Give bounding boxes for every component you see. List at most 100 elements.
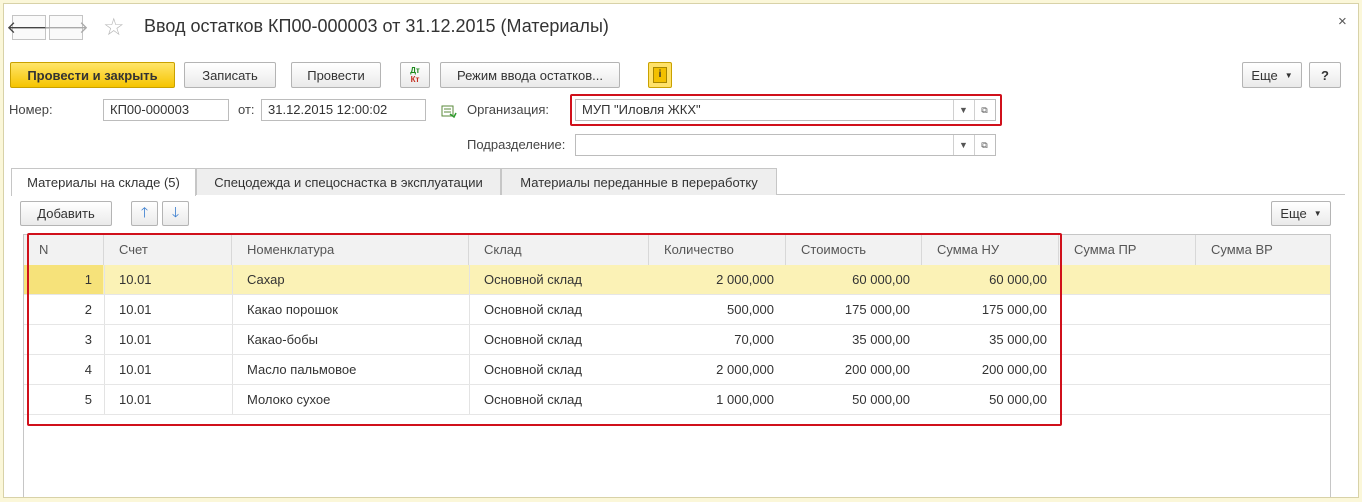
organization-value: МУП "Иловля ЖКХ" xyxy=(582,102,701,117)
column-header-n[interactable]: N xyxy=(24,235,104,265)
column-header-quantity[interactable]: Количество xyxy=(649,235,786,265)
cell-sum-pr[interactable] xyxy=(1059,325,1196,354)
cell-sum-nu[interactable]: 35 000,00 xyxy=(922,325,1059,354)
cell-n[interactable]: 1 xyxy=(24,265,104,294)
column-header-sum-vr[interactable]: Сумма ВР xyxy=(1196,235,1332,265)
forward-button[interactable]: 🡒 xyxy=(43,15,89,40)
close-icon[interactable]: × xyxy=(1338,13,1347,30)
cell-warehouse[interactable]: Основной склад xyxy=(469,385,649,414)
cell-account[interactable]: 10.01 xyxy=(104,265,232,294)
tab-workwear-in-use[interactable]: Спецодежда и спецоснастка в эксплуатации xyxy=(196,168,501,195)
cell-warehouse[interactable]: Основной склад xyxy=(469,325,649,354)
cell-sum-nu[interactable]: 175 000,00 xyxy=(922,295,1059,324)
cell-cost[interactable]: 200 000,00 xyxy=(786,355,922,384)
tab-materials-in-processing[interactable]: Материалы переданные в переработку xyxy=(501,168,777,195)
cell-account[interactable]: 10.01 xyxy=(104,385,232,414)
dropdown-arrow-icon: ▼ xyxy=(1313,209,1322,218)
column-header-sum-pr[interactable]: Сумма ПР xyxy=(1059,235,1196,265)
column-header-item[interactable]: Номенклатура xyxy=(232,235,469,265)
arrow-right-icon: 🡒 xyxy=(43,17,89,37)
cell-sum-vr[interactable] xyxy=(1196,295,1332,324)
cell-quantity[interactable]: 2 000,000 xyxy=(649,355,786,384)
cell-cost[interactable]: 35 000,00 xyxy=(786,325,922,354)
calendar-post-icon[interactable] xyxy=(441,105,457,119)
cell-n[interactable]: 3 xyxy=(24,325,104,354)
cell-sum-vr[interactable] xyxy=(1196,325,1332,354)
column-header-account[interactable]: Счет xyxy=(104,235,232,265)
cell-account[interactable]: 10.01 xyxy=(104,325,232,354)
organization-field[interactable]: МУП "Иловля ЖКХ" ▼ ⧉ xyxy=(575,99,996,121)
cell-cost[interactable]: 175 000,00 xyxy=(786,295,922,324)
number-label: Номер: xyxy=(9,102,53,117)
more-label: Еще xyxy=(1251,67,1278,83)
add-button[interactable]: Добавить xyxy=(20,201,112,226)
cell-warehouse[interactable]: Основной склад xyxy=(469,355,649,384)
dropdown-arrow-icon[interactable]: ▼ xyxy=(953,100,973,120)
open-icon[interactable]: ⧉ xyxy=(974,135,994,155)
open-icon[interactable]: ⧉ xyxy=(974,100,994,120)
cell-sum-vr[interactable] xyxy=(1196,265,1332,294)
cell-quantity[interactable]: 500,000 xyxy=(649,295,786,324)
number-field[interactable]: КП00-000003 xyxy=(103,99,229,121)
column-divider xyxy=(104,325,105,354)
balance-mode-button[interactable]: Режим ввода остатков... xyxy=(440,62,620,88)
column-header-sum-nu[interactable]: Сумма НУ xyxy=(922,235,1059,265)
cell-sum-nu[interactable]: 50 000,00 xyxy=(922,385,1059,414)
cell-sum-nu[interactable]: 60 000,00 xyxy=(922,265,1059,294)
post-and-close-button[interactable]: Провести и закрыть xyxy=(10,62,175,88)
info-button[interactable]: i xyxy=(648,62,672,88)
materials-table[interactable]: N Счет Номенклатура Склад Количество Сто… xyxy=(23,234,1332,497)
dropdown-arrow-icon: ▼ xyxy=(1284,70,1293,80)
department-field[interactable]: ▼ ⧉ xyxy=(575,134,996,156)
more-button[interactable]: Еще ▼ xyxy=(1242,62,1302,88)
cell-sum-pr[interactable] xyxy=(1059,295,1196,324)
cell-n[interactable]: 5 xyxy=(24,385,104,414)
cell-quantity[interactable]: 2 000,000 xyxy=(649,265,786,294)
column-divider xyxy=(104,265,105,294)
cell-cost[interactable]: 50 000,00 xyxy=(786,385,922,414)
table-row[interactable]: 5 10.01 Молоко сухое Основной склад 1 000,00… xyxy=(24,385,1330,415)
cell-sum-vr[interactable] xyxy=(1196,385,1332,414)
favorite-star-icon[interactable]: ☆ xyxy=(103,13,125,42)
column-header-cost[interactable]: Стоимость xyxy=(786,235,922,265)
cell-n[interactable]: 2 xyxy=(24,295,104,324)
cell-warehouse[interactable]: Основной склад xyxy=(469,295,649,324)
move-down-button[interactable]: 🡓 xyxy=(162,201,189,226)
cell-account[interactable]: 10.01 xyxy=(104,295,232,324)
column-divider xyxy=(232,295,233,324)
dropdown-arrow-icon[interactable]: ▼ xyxy=(953,135,973,155)
tab-materials-in-stock[interactable]: Материалы на складе (5) xyxy=(11,168,196,196)
cell-warehouse[interactable]: Основной склад xyxy=(469,265,649,294)
cell-item[interactable]: Какао-бобы xyxy=(232,325,469,354)
cell-quantity[interactable]: 70,000 xyxy=(649,325,786,354)
cell-item[interactable]: Масло пальмовое xyxy=(232,355,469,384)
cell-sum-pr[interactable] xyxy=(1059,385,1196,414)
table-row[interactable]: 3 10.01 Какао-бобы Основной склад 70,000 35 0… xyxy=(24,325,1330,355)
cell-sum-nu[interactable]: 200 000,00 xyxy=(922,355,1059,384)
table-row[interactable]: 1 10.01 Сахар Основной склад 2 000,000 60 000… xyxy=(24,265,1330,295)
column-divider xyxy=(232,325,233,354)
move-up-button[interactable]: 🡑 xyxy=(131,201,158,226)
back-button[interactable]: 🡐 xyxy=(6,15,52,40)
save-button[interactable]: Записать xyxy=(184,62,276,88)
cell-n[interactable]: 4 xyxy=(24,355,104,384)
table-row[interactable]: 2 10.01 Какао порошок Основной склад 500,000… xyxy=(24,295,1330,325)
date-label: от: xyxy=(238,102,255,117)
cell-item[interactable]: Сахар xyxy=(232,265,469,294)
cell-account[interactable]: 10.01 xyxy=(104,355,232,384)
cell-sum-pr[interactable] xyxy=(1059,355,1196,384)
kt-label: Кт xyxy=(410,75,420,84)
table-row[interactable]: 4 10.01 Масло пальмовое Основной склад 2 000… xyxy=(24,355,1330,385)
date-field[interactable]: 31.12.2015 12:00:02 xyxy=(261,99,426,121)
dt-kt-button[interactable]: Дт Кт xyxy=(400,62,430,88)
cell-cost[interactable]: 60 000,00 xyxy=(786,265,922,294)
cell-sum-pr[interactable] xyxy=(1059,265,1196,294)
table-more-button[interactable]: Еще ▼ xyxy=(1271,201,1331,226)
column-header-warehouse[interactable]: Склад xyxy=(469,235,649,265)
post-button[interactable]: Провести xyxy=(291,62,381,88)
cell-sum-vr[interactable] xyxy=(1196,355,1332,384)
help-button[interactable]: ? xyxy=(1309,62,1341,88)
cell-quantity[interactable]: 1 000,000 xyxy=(649,385,786,414)
cell-item[interactable]: Молоко сухое xyxy=(232,385,469,414)
cell-item[interactable]: Какао порошок xyxy=(232,295,469,324)
